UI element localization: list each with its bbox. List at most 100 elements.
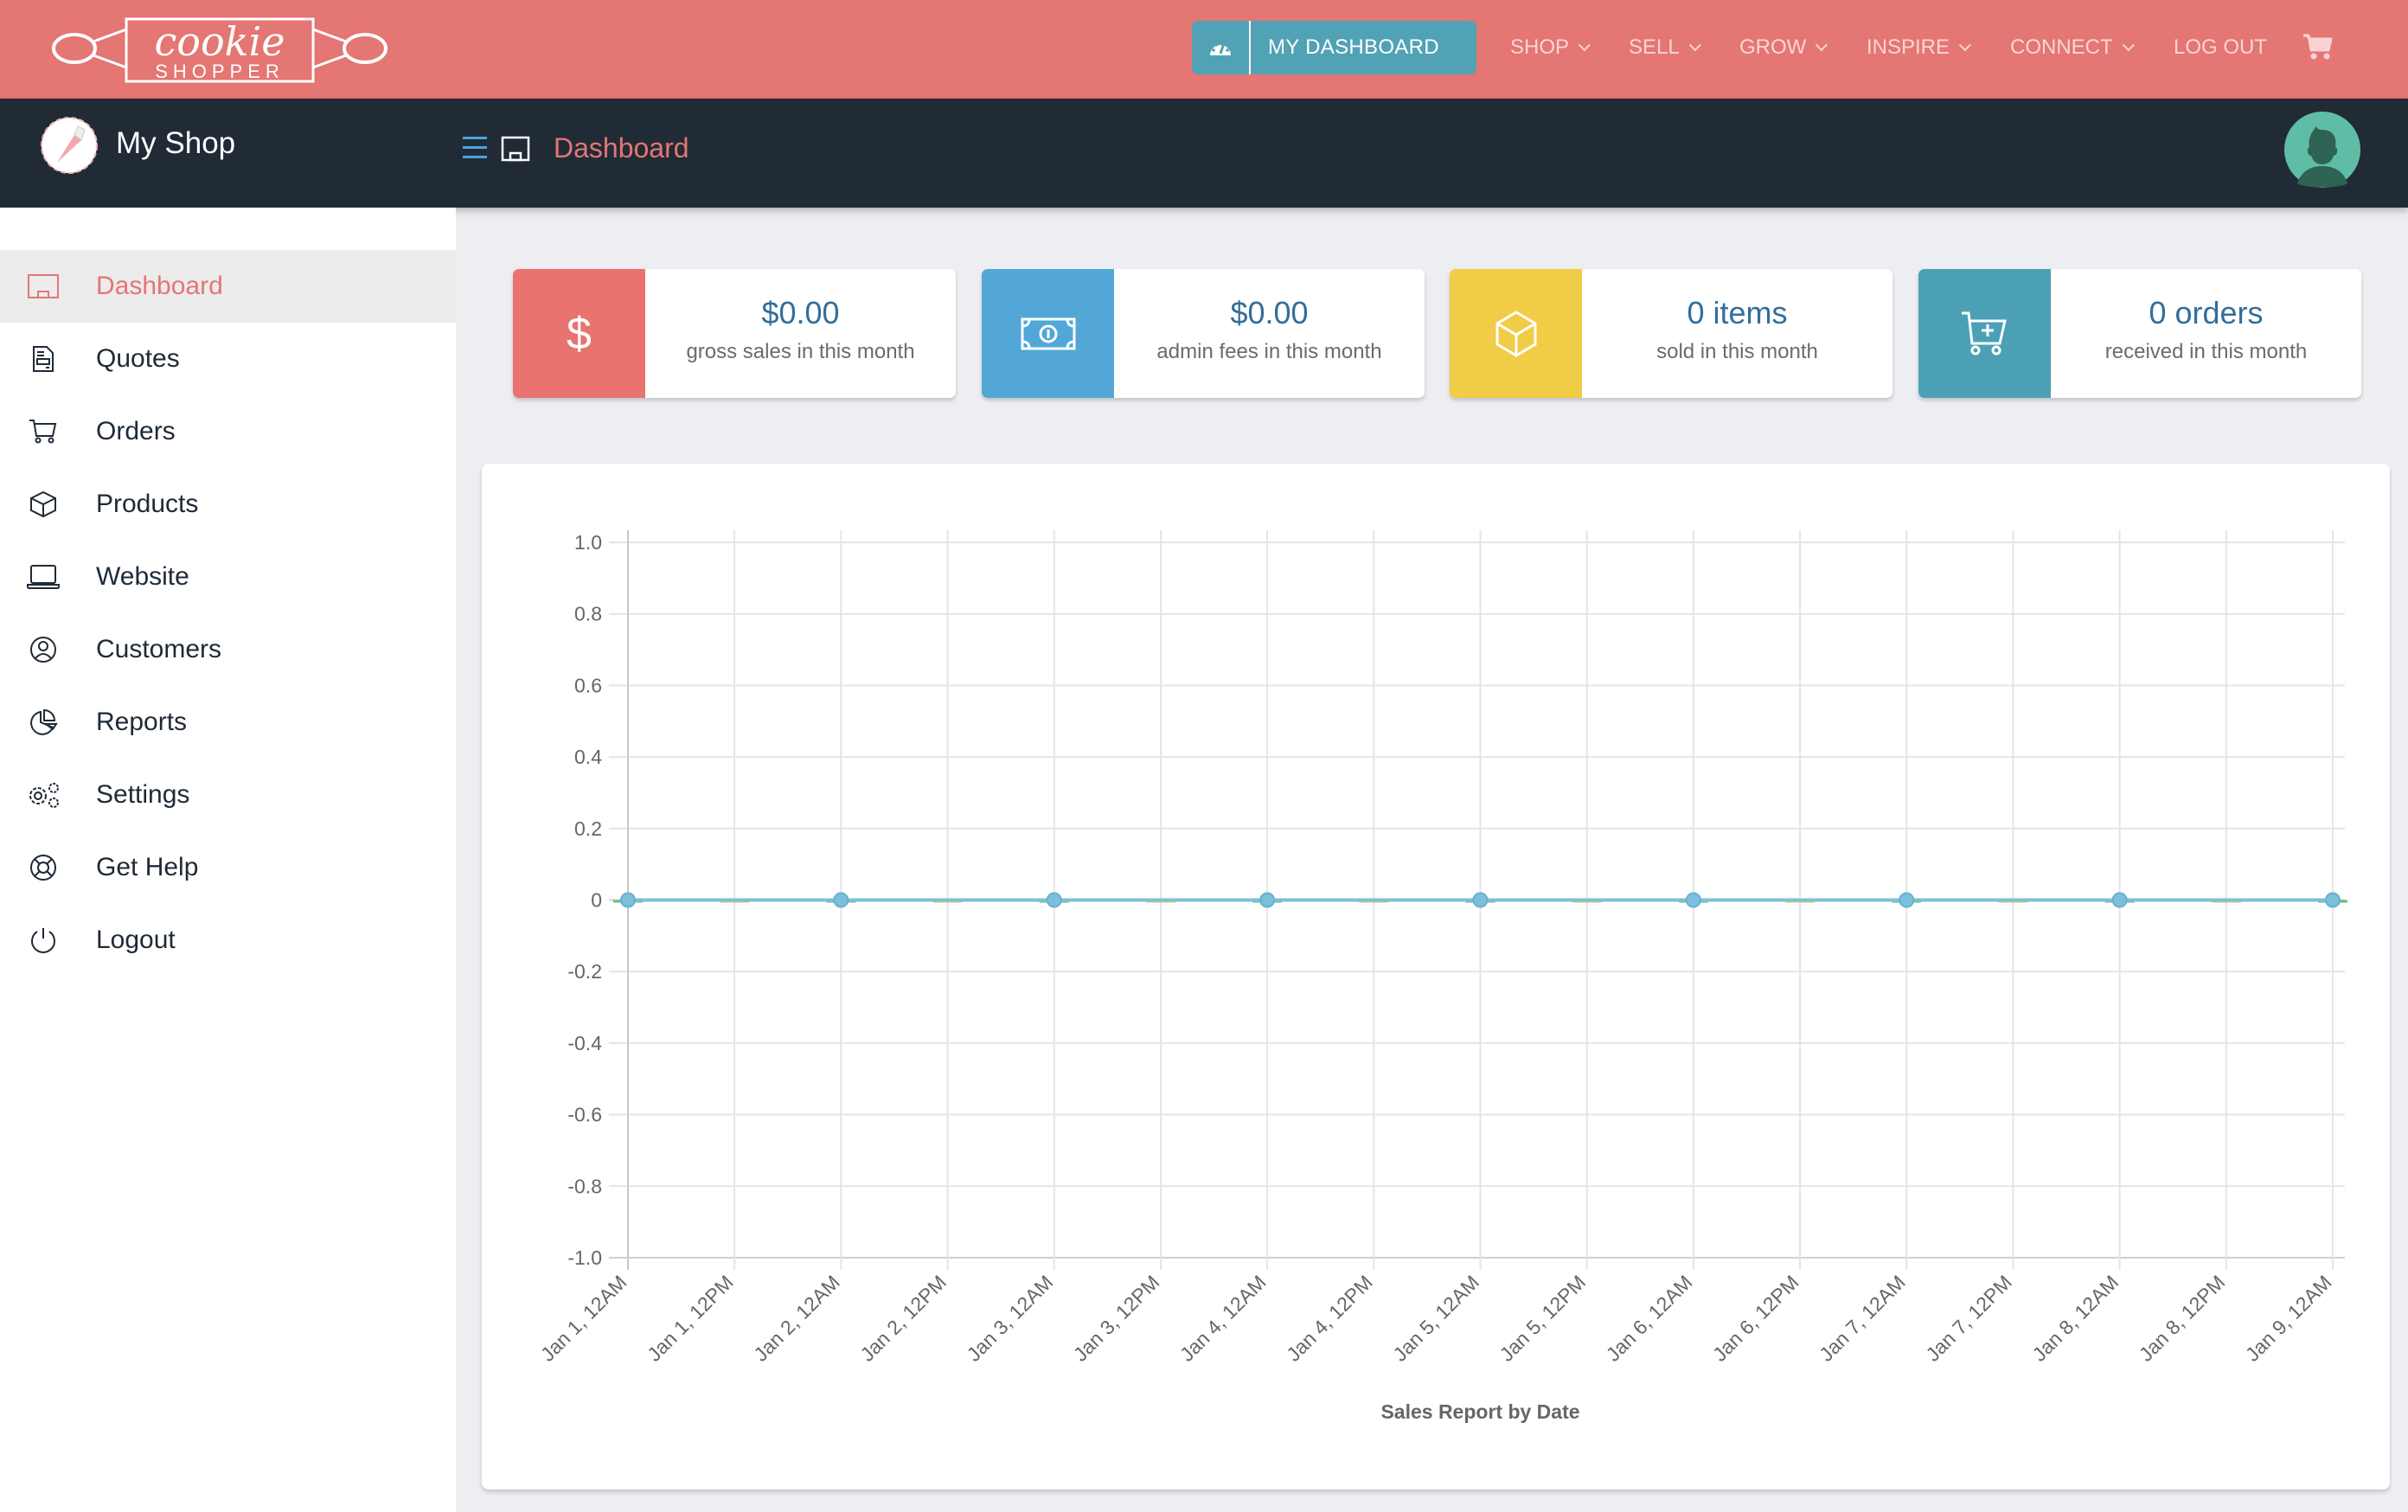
nav-sell-label: SELL xyxy=(1629,35,1680,59)
sidebar-item-orders[interactable]: Orders xyxy=(0,395,456,468)
nav-sell[interactable]: SELL xyxy=(1629,21,1701,74)
speedometer-icon xyxy=(1192,21,1251,74)
gears-icon xyxy=(26,778,61,812)
sidebar-item-quotes[interactable]: Quotes xyxy=(0,323,456,395)
data-point xyxy=(2325,892,2341,908)
x-axis-title: Sales Report by Date xyxy=(1380,1400,1579,1423)
sidebar-item-label: Website xyxy=(96,562,189,591)
sidebar-item-reports[interactable]: Reports xyxy=(0,686,456,759)
shop-header xyxy=(0,99,2408,208)
stat-label: received in this month xyxy=(2104,340,2308,363)
data-point xyxy=(1472,892,1489,908)
hamburger-menu-icon[interactable] xyxy=(463,137,487,159)
y-tick-label: -0.2 xyxy=(567,960,602,983)
stat-label: gross sales in this month xyxy=(686,340,915,363)
x-tick-label: Jan 4, 12PM xyxy=(1282,1271,1377,1366)
x-tick-label: Jan 1, 12PM xyxy=(643,1271,738,1366)
x-tick-label: Jan 6, 12PM xyxy=(1708,1271,1803,1366)
nav-inspire-label: INSPIRE xyxy=(1867,35,1950,59)
sidebar-item-customers[interactable]: Customers xyxy=(0,613,456,686)
sidebar-item-get-help[interactable]: Get Help xyxy=(0,831,456,904)
data-point xyxy=(833,892,849,908)
card-icon-panel: $ xyxy=(513,269,645,398)
card-icon-panel xyxy=(982,269,1114,398)
x-tick-label: Jan 8, 12PM xyxy=(2135,1271,2230,1366)
nav-log-out-label: LOG OUT xyxy=(2174,35,2268,59)
cart-plus-icon xyxy=(1961,311,2007,355)
stat-value: 0 items xyxy=(1687,295,1788,330)
x-tick-label: Jan 3, 12PM xyxy=(1069,1271,1164,1366)
breadcrumb-dashboard[interactable]: Dashboard xyxy=(554,132,689,164)
sidebar-item-label: Orders xyxy=(96,417,176,445)
stat-card-orders-received[interactable]: 0 orders received in this month xyxy=(1918,269,2361,398)
x-tick-label: Jan 1, 12AM xyxy=(536,1271,631,1366)
sidebar-item-label: Products xyxy=(96,490,199,518)
sidebar-item-label: Settings xyxy=(96,780,190,809)
shop-name: My Shop xyxy=(116,126,236,160)
sidebar-item-label: Dashboard xyxy=(96,272,223,300)
sidebar-item-website[interactable]: Website xyxy=(0,541,456,613)
y-tick-label: -1.0 xyxy=(567,1246,602,1269)
sidebar-item-label: Customers xyxy=(96,635,222,663)
user-avatar[interactable] xyxy=(2283,111,2361,189)
my-dashboard-button[interactable]: MY DASHBOARD xyxy=(1192,21,1476,74)
x-tick-label: Jan 4, 12AM xyxy=(1175,1271,1271,1366)
y-tick-label: 1.0 xyxy=(574,531,602,554)
y-tick-label: 0.8 xyxy=(574,603,602,625)
lifebuoy-icon xyxy=(26,850,61,885)
sidebar-item-dashboard[interactable]: Dashboard xyxy=(0,250,456,323)
x-tick-label: Jan 5, 12AM xyxy=(1388,1271,1483,1366)
stat-value: $0.00 xyxy=(761,295,840,330)
nav-grow[interactable]: GROW xyxy=(1739,21,1828,74)
shop-logo-avatar[interactable] xyxy=(40,116,99,175)
data-point xyxy=(1046,892,1062,908)
x-tick-label: Jan 5, 12PM xyxy=(1495,1271,1591,1366)
stat-label: admin fees in this month xyxy=(1156,340,1382,363)
cart-icon[interactable] xyxy=(2302,33,2334,61)
nav-shop-label: SHOP xyxy=(1510,35,1570,59)
x-tick-label: Jan 7, 12AM xyxy=(1815,1271,1910,1366)
y-tick-label: 0.6 xyxy=(574,674,602,696)
y-tick-label: 0 xyxy=(591,889,602,912)
document-icon xyxy=(26,342,61,376)
stat-value: 0 orders xyxy=(2149,295,2264,330)
stat-value: $0.00 xyxy=(1230,295,1309,330)
logo-wordmark: cookie xyxy=(155,18,285,65)
sidebar-item-label: Logout xyxy=(96,926,176,954)
power-icon xyxy=(26,923,61,958)
sidebar-item-products[interactable]: Products xyxy=(0,468,456,541)
box-icon xyxy=(1495,310,1536,357)
x-tick-label: Jan 7, 12PM xyxy=(1921,1271,2016,1366)
user-circle-icon xyxy=(26,632,61,667)
nav-inspire[interactable]: INSPIRE xyxy=(1867,21,1971,74)
nav-shop[interactable]: SHOP xyxy=(1510,21,1591,74)
nav-log-out[interactable]: LOG OUT xyxy=(2174,21,2267,74)
cookie-shopper-logo[interactable]: cookie SHOPPER xyxy=(48,12,391,85)
x-tick-label: Jan 3, 12AM xyxy=(963,1271,1058,1366)
dashboard-icon xyxy=(501,136,530,162)
y-tick-label: -0.8 xyxy=(567,1175,602,1197)
data-point xyxy=(1685,892,1701,908)
data-point xyxy=(1899,892,1915,908)
stat-card-items-sold[interactable]: 0 items sold in this month xyxy=(1450,269,1892,398)
dashboard-icon xyxy=(26,269,61,304)
y-tick-label: 0.4 xyxy=(574,746,602,768)
card-icon-panel xyxy=(1918,269,2051,398)
box-icon xyxy=(26,487,61,522)
logo-subtitle: SHOPPER xyxy=(155,61,285,82)
sidebar-item-logout[interactable]: Logout xyxy=(0,904,456,977)
stat-card-admin-fees[interactable]: $0.00 admin fees in this month xyxy=(982,269,1425,398)
nav-connect[interactable]: CONNECT xyxy=(2010,21,2135,74)
y-tick-label: 0.2 xyxy=(574,817,602,840)
y-tick-label: -0.6 xyxy=(567,1104,602,1126)
banknote-icon xyxy=(1021,317,1075,349)
stat-label: sold in this month xyxy=(1656,340,1818,363)
card-icon-panel xyxy=(1450,269,1582,398)
data-point xyxy=(2111,892,2128,908)
sidebar-item-label: Quotes xyxy=(96,344,180,373)
laptop-icon xyxy=(26,560,61,594)
nav-connect-label: CONNECT xyxy=(2010,35,2113,59)
sidebar-item-settings[interactable]: Settings xyxy=(0,759,456,831)
stat-card-gross-sales[interactable]: $ $0.00 gross sales in this month xyxy=(513,269,956,398)
nav-grow-label: GROW xyxy=(1739,35,1807,59)
